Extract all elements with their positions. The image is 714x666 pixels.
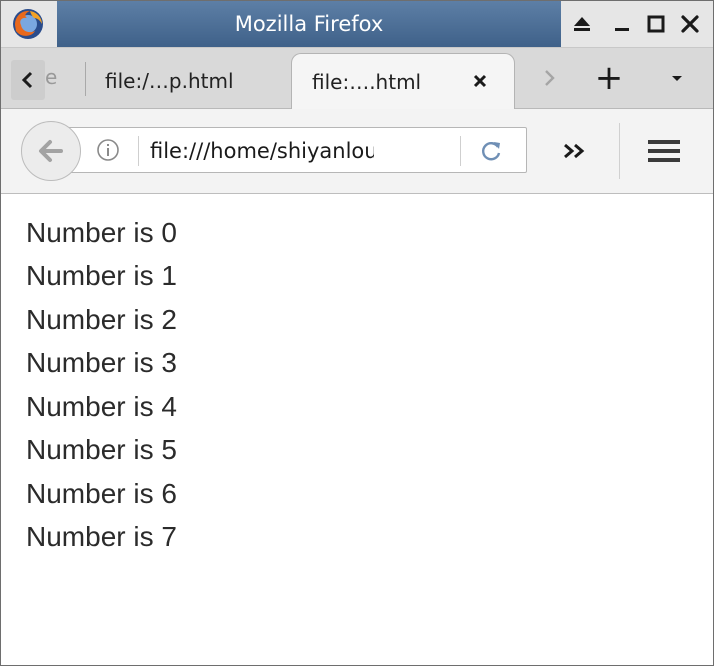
output-line: Number is 1 <box>26 260 177 291</box>
window-title: Mozilla Firefox <box>234 12 384 36</box>
url-separator <box>460 136 461 166</box>
eject-icon[interactable] <box>567 9 597 39</box>
browser-window: Mozilla Firefox e file:/…p.html file:….h… <box>0 0 714 666</box>
tab-scroll-left-button[interactable] <box>11 60 45 100</box>
tab-active[interactable]: file:….html <box>291 53 515 109</box>
url-bar[interactable]: file:///home/shiyanlou <box>61 127 527 173</box>
reload-icon[interactable] <box>478 137 506 165</box>
toolbar-overflow-button[interactable] <box>555 131 595 171</box>
maximize-icon[interactable] <box>641 9 671 39</box>
output-line: Number is 5 <box>26 434 177 465</box>
dropdown-arrow-icon <box>672 76 682 81</box>
url-separator <box>138 136 139 166</box>
chevron-right-icon[interactable] <box>529 58 569 98</box>
open-menu-button[interactable] <box>643 131 685 171</box>
toolbar-separator <box>619 123 620 179</box>
tab-label: file:/…p.html <box>105 69 234 93</box>
tab-label: file:….html <box>312 69 422 94</box>
output-line: Number is 7 <box>26 521 177 552</box>
arrow-left-icon <box>39 140 63 162</box>
tab-inactive[interactable]: file:/…p.html <box>91 54 289 108</box>
double-chevron-right-icon <box>564 143 585 159</box>
info-icon[interactable] <box>96 138 120 162</box>
title-bar[interactable]: Mozilla Firefox <box>1 1 713 48</box>
chevron-left-icon <box>21 71 33 89</box>
output-line: Number is 0 <box>26 217 177 248</box>
close-window-icon[interactable] <box>675 9 705 39</box>
output-line: Number is 6 <box>26 478 177 509</box>
list-all-tabs-button[interactable] <box>657 58 697 98</box>
output-line: Number is 4 <box>26 391 177 422</box>
hamburger-menu-icon <box>648 140 680 162</box>
close-tab-icon[interactable] <box>470 71 490 91</box>
navigation-toolbar: file:///home/shiyanlou <box>1 109 713 194</box>
back-button[interactable] <box>21 121 81 181</box>
tab-separator <box>85 62 86 96</box>
plus-icon: + <box>594 58 624 98</box>
partial-tab-label: e <box>45 65 58 89</box>
new-tab-button[interactable]: + <box>589 58 629 98</box>
output-line: Number is 3 <box>26 347 177 378</box>
output-line: Number is 2 <box>26 304 177 335</box>
tab-strip: e file:/…p.html file:….html + <box>1 48 713 109</box>
minimize-icon[interactable] <box>607 9 637 39</box>
firefox-logo-icon[interactable] <box>11 7 45 41</box>
url-input[interactable]: file:///home/shiyanlou <box>150 128 374 174</box>
page-content: Number is 0 Number is 1 Number is 2 Numb… <box>1 194 713 665</box>
